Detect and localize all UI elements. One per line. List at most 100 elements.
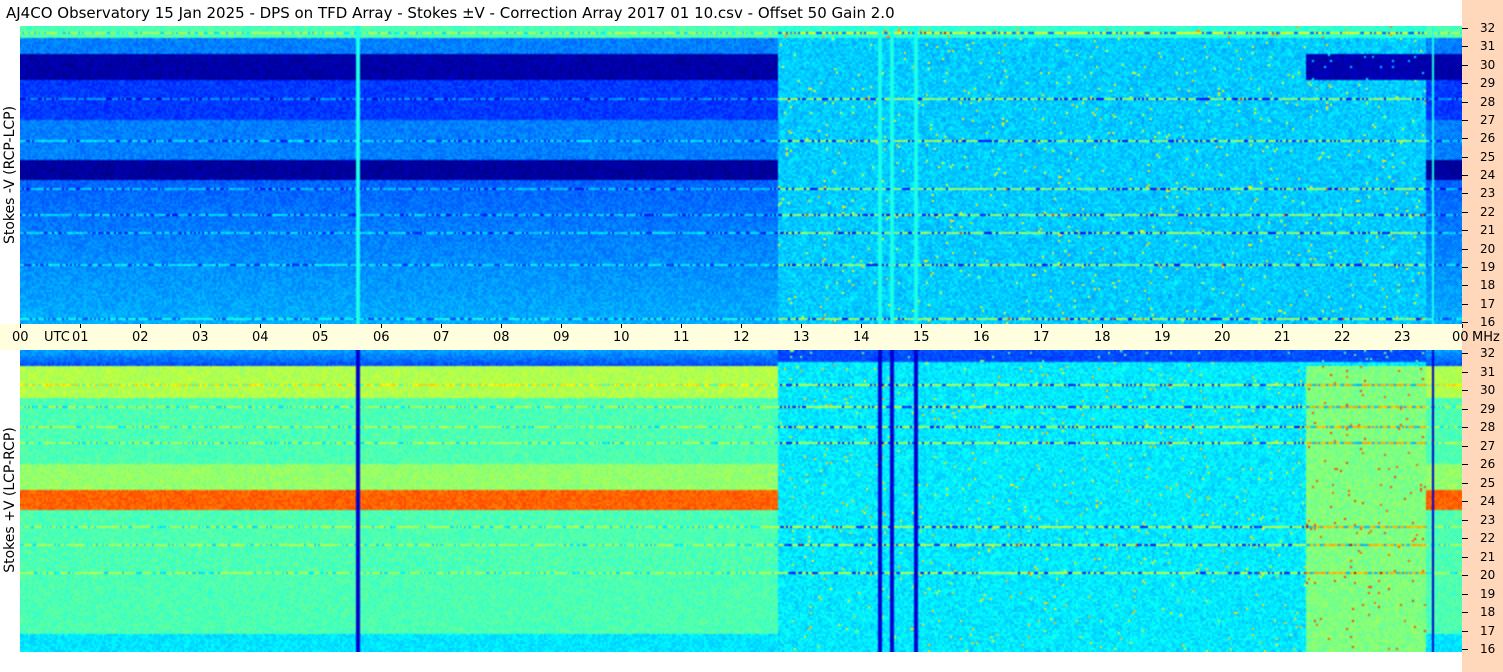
time-tick-label: 22 <box>1334 330 1351 345</box>
freq-tick-label: 18 <box>1480 605 1496 619</box>
time-tick-mark <box>80 324 81 328</box>
freq-tick-mark <box>1462 409 1468 410</box>
freq-tick-label: 31 <box>1480 39 1496 53</box>
freq-tick-mark <box>1462 46 1468 47</box>
time-tick-label: 11 <box>673 330 690 345</box>
freq-tick-label: 25 <box>1480 150 1496 164</box>
time-tick-label: 06 <box>373 330 390 345</box>
freq-tick-mark <box>1462 631 1468 632</box>
time-tick-mark <box>981 324 982 328</box>
freq-tick-label: 24 <box>1480 168 1496 182</box>
freq-tick-label: 25 <box>1480 476 1496 490</box>
time-tick-label: 05 <box>312 330 329 345</box>
time-tick-label: 14 <box>853 330 870 345</box>
bottom-spectrogram-panel <box>20 350 1462 652</box>
time-tick-mark <box>561 324 562 328</box>
top-spectrogram-panel <box>20 26 1462 324</box>
freq-tick-label: 24 <box>1480 494 1496 508</box>
bottom-spectrogram <box>20 350 1462 652</box>
time-tick-label: 08 <box>493 330 510 345</box>
time-tick-mark <box>861 324 862 328</box>
time-tick-label: 01 <box>72 330 89 345</box>
freq-tick-label: 29 <box>1480 402 1496 416</box>
time-tick-label: 07 <box>433 330 450 345</box>
time-tick-label: 17 <box>1033 330 1050 345</box>
freq-tick-mark <box>1462 390 1468 391</box>
freq-tick-label: 26 <box>1480 457 1496 471</box>
freq-tick-mark <box>1462 372 1468 373</box>
time-tick-mark <box>441 324 442 328</box>
freq-tick-label: 19 <box>1480 587 1496 601</box>
time-tick-label: 15 <box>913 330 930 345</box>
freq-tick-mark <box>1462 157 1468 158</box>
freq-tick-label: 30 <box>1480 58 1496 72</box>
time-tick-label: MHz <box>1472 330 1500 345</box>
freq-tick-mark <box>1462 575 1468 576</box>
time-tick-label: 09 <box>553 330 570 345</box>
freq-tick-label: 18 <box>1480 278 1496 292</box>
freq-tick-mark <box>1462 353 1468 354</box>
time-tick-label: 12 <box>733 330 750 345</box>
time-tick-mark <box>1462 324 1463 328</box>
top-panel-ylabel: Stokes -V (RCP-LCP) <box>0 26 20 324</box>
freq-tick-label: 27 <box>1480 113 1496 127</box>
time-tick-label: 10 <box>613 330 630 345</box>
freq-tick-label: 29 <box>1480 76 1496 90</box>
time-tick-mark <box>801 324 802 328</box>
time-tick-mark <box>381 324 382 328</box>
freq-tick-label: 16 <box>1480 315 1496 329</box>
bottom-panel-label: Stokes +V (LCP-RCP) <box>2 427 19 573</box>
time-tick-mark <box>1102 324 1103 328</box>
time-tick-mark <box>140 324 141 328</box>
time-tick-mark <box>621 324 622 328</box>
time-tick-label: 18 <box>1094 330 1111 345</box>
freq-tick-mark <box>1462 249 1468 250</box>
freq-tick-mark <box>1462 138 1468 139</box>
freq-tick-label: 28 <box>1480 420 1496 434</box>
time-tick-label: 23 <box>1394 330 1411 345</box>
time-tick-mark <box>1342 324 1343 328</box>
freq-tick-mark <box>1462 267 1468 268</box>
freq-tick-label: 22 <box>1480 531 1496 545</box>
freq-tick-mark <box>1462 464 1468 465</box>
freq-tick-mark <box>1462 193 1468 194</box>
freq-tick-mark <box>1462 322 1468 323</box>
chart-title: AJ4CO Observatory 15 Jan 2025 - DPS on T… <box>0 0 1462 26</box>
freq-tick-label: 32 <box>1480 21 1496 35</box>
freq-tick-mark <box>1462 285 1468 286</box>
time-tick-mark <box>741 324 742 328</box>
freq-tick-mark <box>1462 102 1468 103</box>
freq-tick-label: 30 <box>1480 383 1496 397</box>
freq-tick-label: 17 <box>1480 624 1496 638</box>
time-tick-label: 21 <box>1274 330 1291 345</box>
time-tick-mark <box>320 324 321 328</box>
time-tick-mark <box>260 324 261 328</box>
time-tick-label: 19 <box>1154 330 1171 345</box>
freq-tick-mark <box>1462 83 1468 84</box>
freq-tick-label: 28 <box>1480 95 1496 109</box>
time-tick-label: 00 <box>12 330 29 345</box>
time-tick-mark <box>501 324 502 328</box>
freq-tick-mark <box>1462 446 1468 447</box>
freq-tick-label: 20 <box>1480 568 1496 582</box>
freq-tick-label: 32 <box>1480 346 1496 360</box>
time-tick-label: 04 <box>252 330 269 345</box>
time-axis: 00 UTC 01 02 03 04 05 06 07 08 09 10 11 12 13 14 15 16 17 1… <box>0 324 1500 350</box>
freq-tick-mark <box>1462 175 1468 176</box>
top-panel-label: Stokes -V (RCP-LCP) <box>2 105 19 245</box>
top-spectrogram <box>20 26 1462 324</box>
time-tick-label: 03 <box>192 330 209 345</box>
freq-tick-mark <box>1462 230 1468 231</box>
time-tick-mark <box>1402 324 1403 328</box>
freq-tick-mark <box>1462 427 1468 428</box>
freq-tick-label: 23 <box>1480 186 1496 200</box>
time-tick-mark <box>1162 324 1163 328</box>
freq-tick-label: 17 <box>1480 297 1496 311</box>
freq-tick-mark <box>1462 557 1468 558</box>
time-tick-mark <box>20 324 21 328</box>
freq-tick-label: 31 <box>1480 365 1496 379</box>
freq-tick-mark <box>1462 212 1468 213</box>
time-tick-label: 02 <box>132 330 149 345</box>
time-tick-mark <box>1041 324 1042 328</box>
freq-tick-mark <box>1462 649 1468 650</box>
